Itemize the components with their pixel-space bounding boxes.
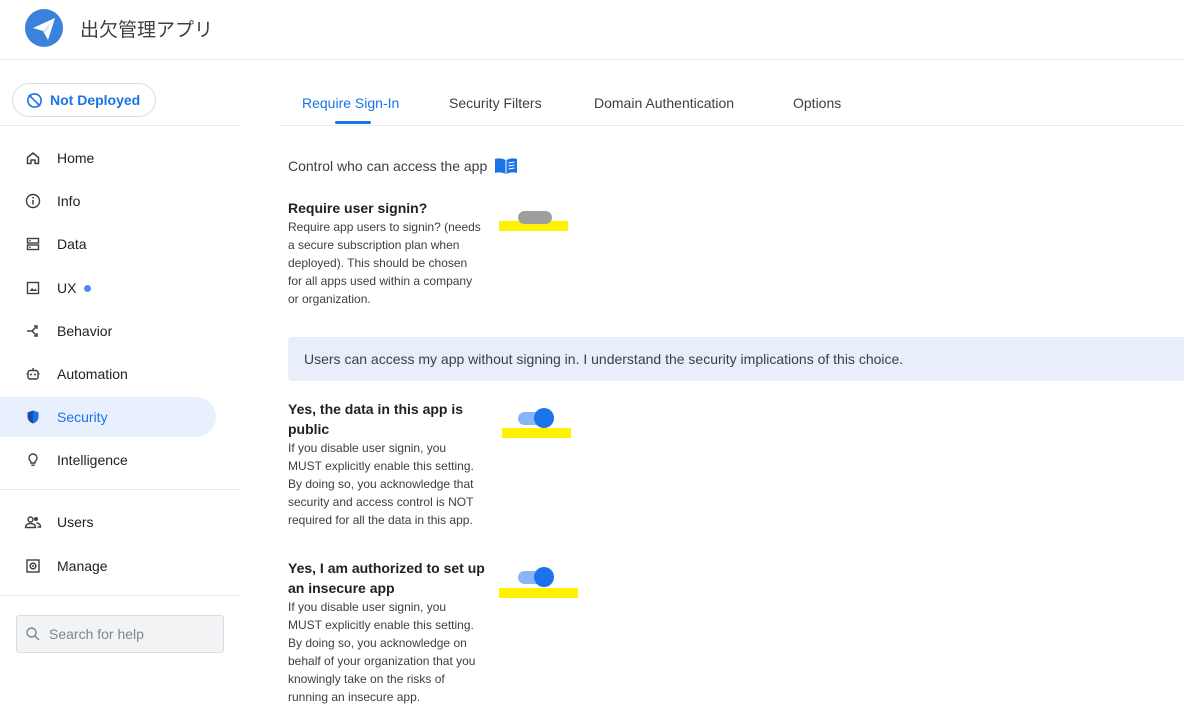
title-line: Yes, the data in this app is: [288, 401, 464, 417]
tab-domain-authentication[interactable]: Domain Authentication: [594, 95, 734, 111]
sidebar-item-intelligence[interactable]: Intelligence: [0, 440, 216, 480]
intro-text: Control who can access the app: [288, 158, 488, 174]
desc-line: Require app users to signin? (needs: [288, 220, 481, 234]
section-intro: Control who can access the app: [288, 157, 518, 175]
data-public-toggle[interactable]: [518, 408, 554, 428]
info-icon: [24, 192, 42, 210]
home-icon: [24, 149, 42, 167]
yellow-highlight: [499, 588, 578, 598]
sidebar-item-automation[interactable]: Automation: [0, 354, 216, 394]
sidebar-item-ux[interactable]: UX: [0, 268, 216, 308]
notification-dot: [84, 284, 92, 292]
search-input[interactable]: [49, 626, 209, 642]
sidebar-item-info[interactable]: Info: [0, 181, 216, 221]
setting-description: Require app users to signin? (needs a se…: [288, 218, 493, 308]
sidebar-item-manage[interactable]: Manage: [0, 546, 216, 586]
setting-description: If you disable user signin, you MUST exp…: [288, 598, 493, 706]
sidebar-item-label: Info: [57, 193, 81, 209]
search-icon: [26, 627, 40, 641]
desc-line: security and access control is NOT: [288, 495, 474, 509]
help-search-box: [16, 615, 224, 653]
desc-line: running an insecure app.: [288, 690, 421, 704]
desc-line: MUST explicitly enable this setting.: [288, 618, 474, 632]
setting-description: If you disable user signin, you MUST exp…: [288, 439, 493, 529]
sidebar-item-label: Security: [57, 409, 108, 425]
insecure-app-toggle[interactable]: [518, 567, 554, 587]
info-banner: Users can access my app without signing …: [288, 337, 1184, 381]
desc-line: MUST explicitly enable this setting.: [288, 459, 474, 473]
desc-line: By doing so, you acknowledge that: [288, 477, 474, 491]
title-line: Yes, I am authorized to set up: [288, 560, 485, 576]
sidebar-item-security[interactable]: Security: [0, 397, 216, 437]
sidebar: Not Deployed Home Info Data UX Behavior: [0, 60, 240, 721]
sidebar-item-label: Users: [57, 514, 94, 530]
tab-bar: Require Sign-In Security Filters Domain …: [280, 80, 1184, 126]
desc-line: required for all the data in this app.: [288, 513, 473, 527]
sidebar-item-label: Manage: [57, 558, 108, 574]
sidebar-item-label: Intelligence: [57, 452, 128, 468]
automation-icon: [24, 365, 42, 383]
tab-require-sign-in[interactable]: Require Sign-In: [302, 95, 399, 111]
sidebar-item-label: Automation: [57, 366, 128, 382]
deploy-status-label: Not Deployed: [50, 92, 141, 108]
deploy-status-chip[interactable]: Not Deployed: [12, 83, 156, 117]
setting-title: Yes, the data in this app is public: [288, 399, 488, 439]
desc-line: a secure subscription plan when: [288, 238, 460, 252]
sidebar-item-data[interactable]: Data: [0, 224, 216, 264]
desc-line: deployed). This should be chosen: [288, 256, 468, 270]
divider: [0, 125, 240, 126]
yellow-highlight: [502, 428, 571, 438]
sidebar-item-behavior[interactable]: Behavior: [0, 311, 216, 351]
not-deployed-icon: [27, 92, 42, 108]
desc-line: behalf of your organization that you: [288, 654, 476, 668]
sidebar-item-label: Behavior: [57, 323, 113, 339]
ux-icon: [24, 279, 42, 297]
setting-title: Require user signin?: [288, 200, 428, 216]
data-icon: [24, 235, 42, 253]
behavior-icon: [24, 322, 42, 340]
manage-icon: [24, 557, 42, 575]
require-signin-toggle[interactable]: [518, 207, 554, 227]
tab-security-filters[interactable]: Security Filters: [449, 95, 542, 111]
desc-line: knowingly take on the risks of: [288, 672, 445, 686]
title-line: public: [288, 421, 330, 437]
app-title: 出欠管理アプリ: [80, 19, 214, 41]
sidebar-item-home[interactable]: Home: [0, 138, 216, 178]
sidebar-item-label: Data: [57, 236, 87, 252]
setting-title: Yes, I am authorized to set up an insecu…: [288, 558, 488, 598]
desc-line: for all apps used within a company: [288, 274, 473, 288]
sidebar-item-label: UX: [57, 280, 77, 296]
desc-line: By doing so, you acknowledge on: [288, 636, 467, 650]
users-icon: [24, 513, 42, 531]
shield-icon: [24, 408, 42, 426]
active-tab-indicator: [335, 121, 371, 124]
divider: [0, 489, 240, 490]
sidebar-item-label: Home: [57, 150, 95, 166]
title-line: an insecure app: [288, 580, 395, 596]
sidebar-item-users[interactable]: Users: [0, 502, 216, 542]
desc-line: or organization.: [288, 292, 371, 306]
open-book-icon[interactable]: [494, 157, 518, 175]
tab-options[interactable]: Options: [793, 95, 841, 111]
app-header: 出欠管理アプリ: [0, 0, 1184, 60]
paper-plane-logo-icon[interactable]: [25, 9, 63, 47]
lightbulb-icon: [24, 451, 42, 469]
desc-line: If you disable user signin, you: [288, 600, 447, 614]
desc-line: If you disable user signin, you: [288, 441, 447, 455]
divider: [0, 595, 240, 596]
